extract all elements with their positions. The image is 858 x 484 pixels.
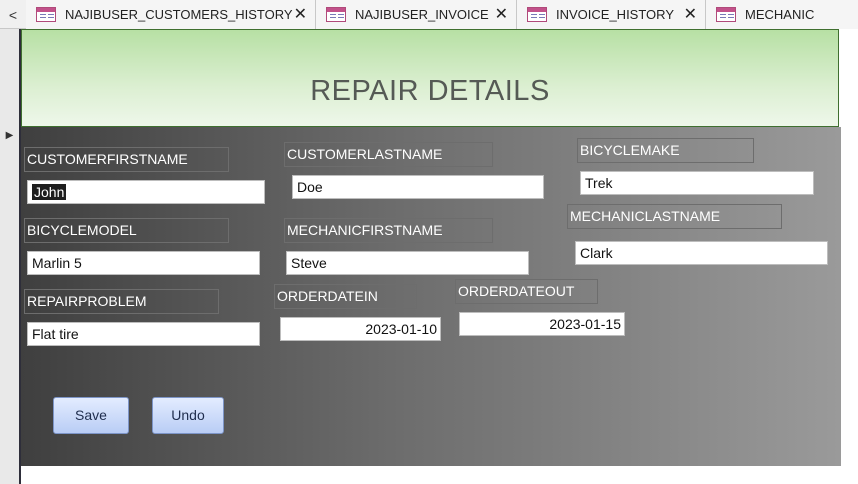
order-date-out-field[interactable]: 2023-01-15 bbox=[459, 312, 625, 336]
undo-button[interactable]: Undo bbox=[152, 397, 224, 434]
form-icon bbox=[36, 7, 56, 22]
document-tab-bar: < NAJIBUSER_CUSTOMERS_HISTORY ✕ NAJIBUSE… bbox=[0, 0, 858, 29]
customer-first-name-value: John bbox=[32, 184, 67, 200]
form-icon bbox=[716, 7, 736, 22]
repair-problem-label: REPAIRPROBLEM bbox=[24, 289, 219, 314]
form-icon bbox=[326, 7, 346, 22]
tab-label: MECHANIC bbox=[745, 7, 815, 22]
mechanic-first-name-label: MECHANICFIRSTNAME bbox=[284, 218, 493, 243]
close-icon[interactable]: ✕ bbox=[495, 4, 508, 24]
tab-mechanic[interactable]: MECHANIC bbox=[706, 0, 858, 29]
form-icon bbox=[527, 7, 547, 22]
order-date-in-field[interactable]: 2023-01-10 bbox=[280, 317, 441, 341]
tab-label: NAJIBUSER_CUSTOMERS_HISTORY bbox=[65, 7, 293, 22]
order-date-out-label: ORDERDATEOUT bbox=[455, 279, 598, 304]
tab-label: NAJIBUSER_INVOICE bbox=[355, 7, 489, 22]
mechanic-last-name-field[interactable]: Clark bbox=[575, 241, 828, 265]
bicycle-make-field[interactable]: Trek bbox=[580, 171, 814, 195]
repair-problem-field[interactable]: Flat tire bbox=[27, 322, 260, 346]
bicycle-model-field[interactable]: Marlin 5 bbox=[27, 251, 260, 275]
tab-najibuser-customers-history[interactable]: NAJIBUSER_CUSTOMERS_HISTORY ✕ bbox=[26, 0, 316, 29]
close-icon[interactable]: ✕ bbox=[684, 4, 697, 24]
order-date-in-label: ORDERDATEIN bbox=[274, 284, 417, 309]
tab-label: INVOICE_HISTORY bbox=[556, 7, 674, 22]
form-header: REPAIR DETAILS bbox=[21, 29, 839, 127]
customer-last-name-label: CUSTOMERLASTNAME bbox=[284, 142, 493, 167]
customer-first-name-field[interactable]: John bbox=[27, 180, 265, 204]
close-icon[interactable]: ✕ bbox=[294, 4, 307, 24]
bicycle-model-label: BICYCLEMODEL bbox=[24, 218, 229, 243]
page-title: REPAIR DETAILS bbox=[310, 75, 550, 107]
form-footer-space bbox=[21, 466, 858, 484]
tab-najibuser-invoice[interactable]: NAJIBUSER_INVOICE ✕ bbox=[316, 0, 517, 29]
customer-last-name-field[interactable]: Doe bbox=[292, 175, 544, 199]
mechanic-last-name-label: MECHANICLASTNAME bbox=[567, 204, 782, 229]
mechanic-first-name-field[interactable]: Steve bbox=[286, 251, 529, 275]
bicycle-make-label: BICYCLEMAKE bbox=[577, 138, 754, 163]
form-right-margin bbox=[841, 127, 858, 466]
record-selector-rail: ▶ bbox=[0, 29, 21, 484]
tab-invoice-history[interactable]: INVOICE_HISTORY ✕ bbox=[517, 0, 706, 29]
record-selector-arrow-icon[interactable]: ▶ bbox=[0, 127, 19, 143]
tab-scroll-left-button[interactable]: < bbox=[0, 0, 26, 29]
save-button[interactable]: Save bbox=[53, 397, 129, 434]
customer-first-name-label: CUSTOMERFIRSTNAME bbox=[24, 147, 229, 172]
